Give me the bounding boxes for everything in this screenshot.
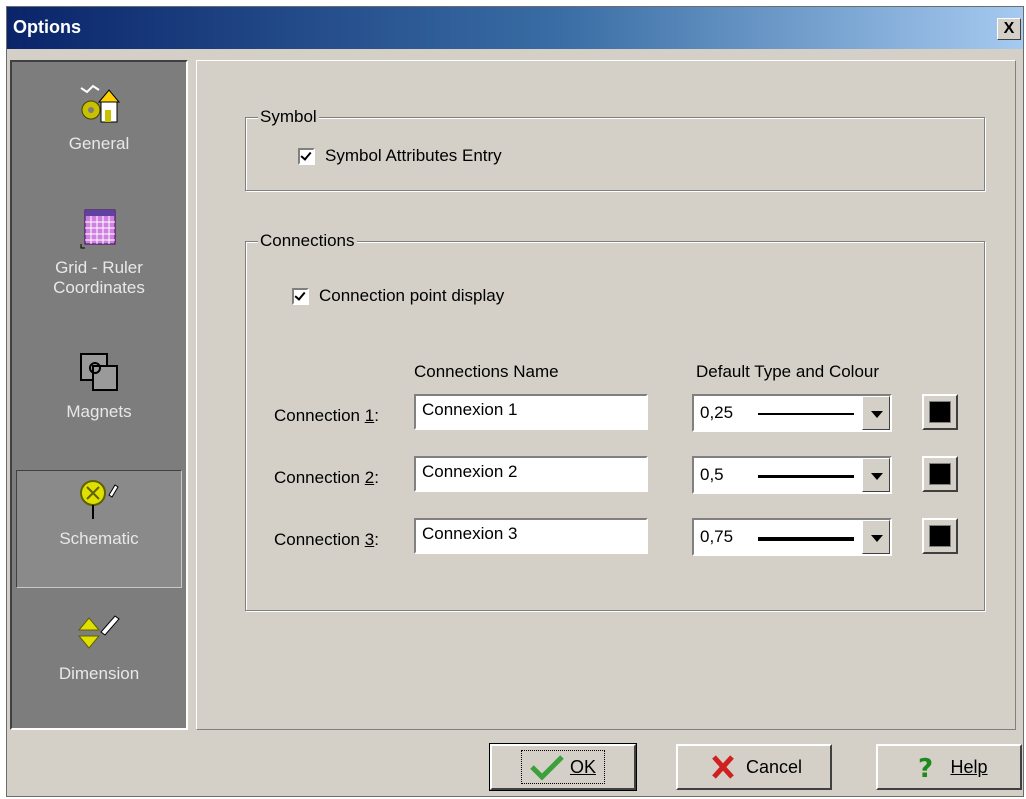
connection-2-colour-button[interactable] (922, 456, 958, 492)
question-mark-icon: ? (918, 754, 933, 781)
connection-3-colour-button[interactable] (922, 518, 958, 554)
input-value: Connexion 1 (422, 400, 518, 419)
checkbox-label: Connection point display (319, 286, 505, 305)
ok-label: OK (569, 756, 596, 777)
connection-point-checkbox-row[interactable]: Connection point display (292, 286, 504, 306)
grid-icon (80, 209, 116, 249)
checkmark-icon (530, 755, 564, 781)
sidebar-item-label: Grid - Ruler Coordinates (53, 258, 145, 297)
symbol-attributes-checkbox[interactable] (298, 147, 315, 165)
ok-button[interactable]: OK (489, 743, 637, 791)
sidebar-item-label: Schematic (59, 529, 139, 548)
sidebar-item-label: Dimension (58, 664, 140, 683)
column-header-type: Default Type and Colour (696, 362, 880, 381)
close-icon: X (1003, 20, 1015, 37)
colour-swatch (929, 525, 951, 547)
help-label: Help (950, 756, 988, 777)
line-weight-preview (758, 537, 854, 541)
connection-2-type-select[interactable]: 0,5 (692, 456, 892, 494)
symbol-attributes-checkbox-row[interactable]: Symbol Attributes Entry (298, 146, 502, 166)
connection-3-name-input[interactable]: Connexion 3 (414, 518, 648, 554)
cancel-label: Cancel (745, 756, 803, 777)
symbol-group: Symbol Symbol Attributes Entry (245, 107, 985, 191)
colour-swatch (929, 463, 951, 485)
chevron-down-icon[interactable] (862, 520, 890, 554)
sidebar-item-magnets[interactable]: Magnets (16, 348, 182, 448)
check-icon (300, 148, 312, 161)
group-legend: Connections (258, 231, 357, 251)
check-icon (294, 288, 306, 301)
sidebar-item-label: General (68, 134, 130, 153)
category-sidebar: General Grid - Ruler Coordinates Magnets… (10, 60, 188, 730)
line-weight-preview (758, 475, 854, 478)
close-button[interactable]: X (997, 18, 1021, 40)
input-value: Connexion 2 (422, 462, 518, 481)
connection-3-label: Connection 3: (274, 530, 379, 549)
checkbox-label: Symbol Attributes Entry (325, 146, 502, 165)
connection-point-checkbox[interactable] (292, 287, 309, 305)
connection-1-colour-button[interactable] (922, 394, 958, 430)
connection-2-label: Connection 2: (274, 468, 379, 487)
sidebar-item-label: Magnets (66, 402, 132, 421)
chevron-down-icon[interactable] (862, 458, 890, 492)
schematic-options-panel: Symbol Symbol Attributes Entry Connectio… (196, 60, 1016, 730)
ok-focus-rect: OK (520, 750, 605, 784)
input-value: Connexion 3 (422, 524, 518, 543)
connections-group: Connections Connection point display Con… (245, 231, 985, 611)
connection-3-type-select[interactable]: 0,75 (692, 518, 892, 556)
connection-2-name-input[interactable]: Connexion 2 (414, 456, 648, 492)
sidebar-item-general[interactable]: General (16, 80, 182, 182)
svg-text:?: ? (918, 754, 933, 781)
colour-swatch (929, 401, 951, 423)
select-value: 0,25 (700, 403, 734, 422)
line-weight-preview (758, 413, 854, 415)
magnet-icon (80, 353, 118, 391)
cancel-button[interactable]: Cancel (676, 744, 832, 790)
window-title: Options (13, 17, 81, 37)
title-bar[interactable]: Options X (7, 7, 1023, 49)
column-header-name: Connections Name (414, 362, 559, 381)
sidebar-item-dimension[interactable]: Dimension (16, 610, 182, 710)
schematic-icon (80, 480, 119, 519)
connection-1-name-input[interactable]: Connexion 1 (414, 394, 648, 430)
connection-1-label: Connection 1: (274, 406, 379, 425)
chevron-down-icon[interactable] (862, 396, 890, 430)
group-legend: Symbol (258, 107, 319, 127)
connection-1-type-select[interactable]: 0,25 (692, 394, 892, 432)
select-value: 0,5 (700, 465, 724, 484)
help-button[interactable]: ? Help (876, 744, 1022, 790)
general-icon (80, 84, 121, 123)
x-icon (712, 755, 734, 779)
sidebar-item-grid-ruler[interactable]: Grid - Ruler Coordinates (16, 204, 182, 326)
select-value: 0,75 (700, 527, 734, 546)
sidebar-item-schematic[interactable]: Schematic (16, 470, 182, 588)
dimension-icon (77, 615, 120, 649)
